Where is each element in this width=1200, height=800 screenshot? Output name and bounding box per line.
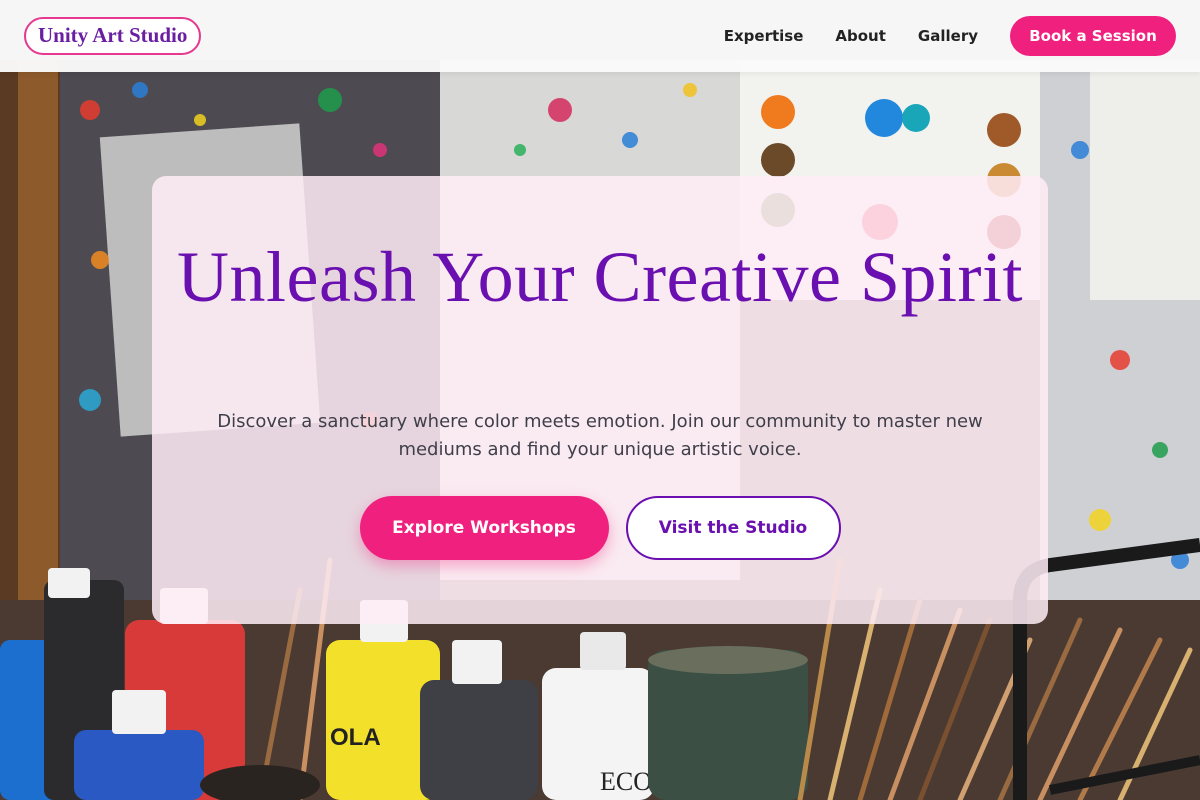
- svg-text:OLA: OLA: [330, 724, 381, 751]
- nav-link-gallery[interactable]: Gallery: [918, 27, 978, 45]
- nav-link-about[interactable]: About: [835, 27, 886, 45]
- brand-logo[interactable]: Unity Art Studio: [24, 17, 202, 55]
- visit-studio-button[interactable]: Visit the Studio: [625, 496, 841, 560]
- explore-workshops-button[interactable]: Explore Workshops: [359, 496, 609, 560]
- hero-subtitle: Discover a sanctuary where color meets e…: [217, 411, 983, 460]
- book-session-button[interactable]: Book a Session: [1010, 16, 1176, 56]
- page: OLA ECO Unity Art Studio Expertise About…: [0, 0, 1200, 800]
- main-nav: Expertise About Gallery Book a Session: [724, 16, 1176, 56]
- svg-text:ECO: ECO: [600, 767, 652, 796]
- hero-card: Unleash Your Creative Spirit Discover a …: [152, 176, 1048, 624]
- site-header: Unity Art Studio Expertise About Gallery…: [0, 0, 1200, 72]
- nav-link-expertise[interactable]: Expertise: [724, 27, 804, 45]
- hero-button-row: Explore Workshops Visit the Studio: [152, 496, 1048, 560]
- hero-title: Unleash Your Creative Spirit: [177, 237, 1023, 317]
